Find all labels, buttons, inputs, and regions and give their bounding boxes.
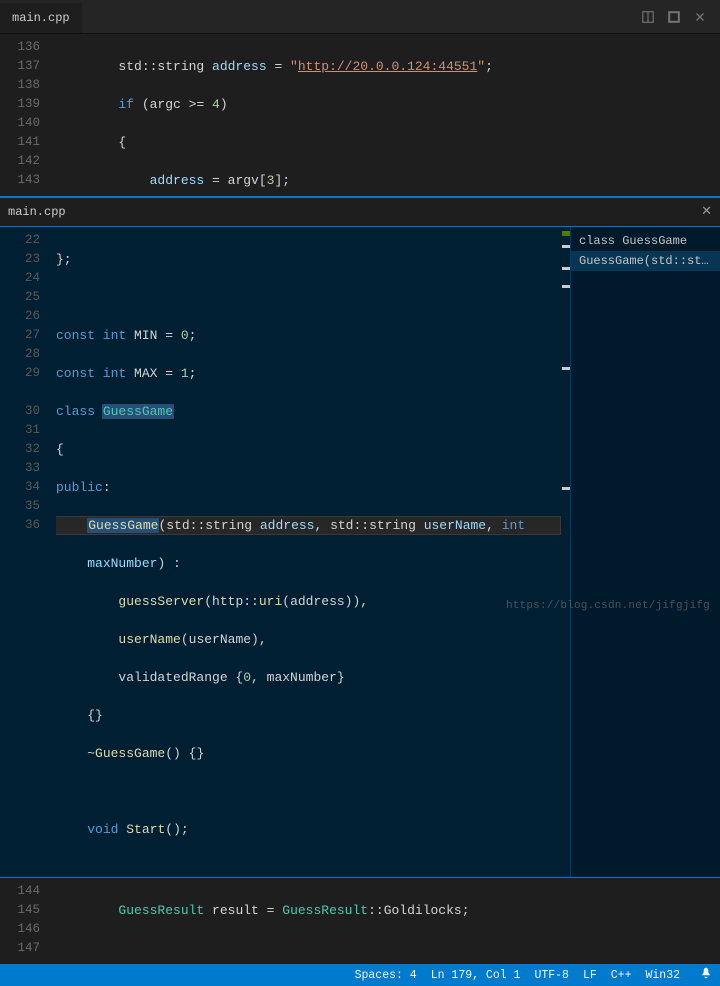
gutter-top: 136137138139140141142143 [0,34,56,196]
status-language[interactable]: C++ [611,969,632,982]
peek-ref-item[interactable]: GuessGame(std::str… [571,251,720,271]
status-bar: Spaces: 4 Ln 179, Col 1 UTF-8 LF C++ Win… [0,964,720,986]
code-top[interactable]: std::string address = "http://20.0.0.124… [56,34,712,196]
gutter-bottom: 144145146147 [0,878,56,964]
editor-peek[interactable]: 222324252627282930313233343536 }; const … [0,226,720,878]
tab-label: main.cpp [12,11,70,25]
minimap-bottom[interactable] [712,878,720,964]
minimap-top[interactable] [712,34,720,196]
peek-header: main.cpp ✕ [0,196,720,226]
notifications-icon[interactable] [700,967,712,983]
code-peek[interactable]: }; const int MIN = 0; const int MAX = 1;… [56,227,562,877]
tab-main-cpp[interactable]: main.cpp [0,3,82,33]
peek-ref-item[interactable]: class GuessGame [571,231,720,251]
status-eol[interactable]: LF [583,969,597,982]
gutter-peek: 222324252627282930313233343536 [0,227,56,877]
peek-close-icon[interactable]: ✕ [701,204,712,219]
tab-bar: main.cpp [0,0,720,34]
more-actions-icon[interactable] [664,7,684,27]
status-encoding[interactable]: UTF-8 [534,969,569,982]
watermark: https://blog.csdn.net/jifgjifg [506,600,710,612]
minimap-peek[interactable] [562,227,570,877]
code-bottom[interactable]: GuessResult result = GuessResult::Goldil… [56,878,712,964]
editor-bottom[interactable]: 144145146147 GuessResult result = GuessR… [0,878,720,964]
peek-reference-list: class GuessGame GuessGame(std::str… [570,227,720,877]
status-target[interactable]: Win32 [645,969,680,982]
status-spaces[interactable]: Spaces: 4 [355,969,417,982]
split-editor-icon[interactable] [638,7,658,27]
peek-title: main.cpp [8,205,66,219]
status-cursor-position[interactable]: Ln 179, Col 1 [431,969,521,982]
editor-top[interactable]: 136137138139140141142143 std::string add… [0,34,720,196]
close-icon[interactable] [690,7,710,27]
